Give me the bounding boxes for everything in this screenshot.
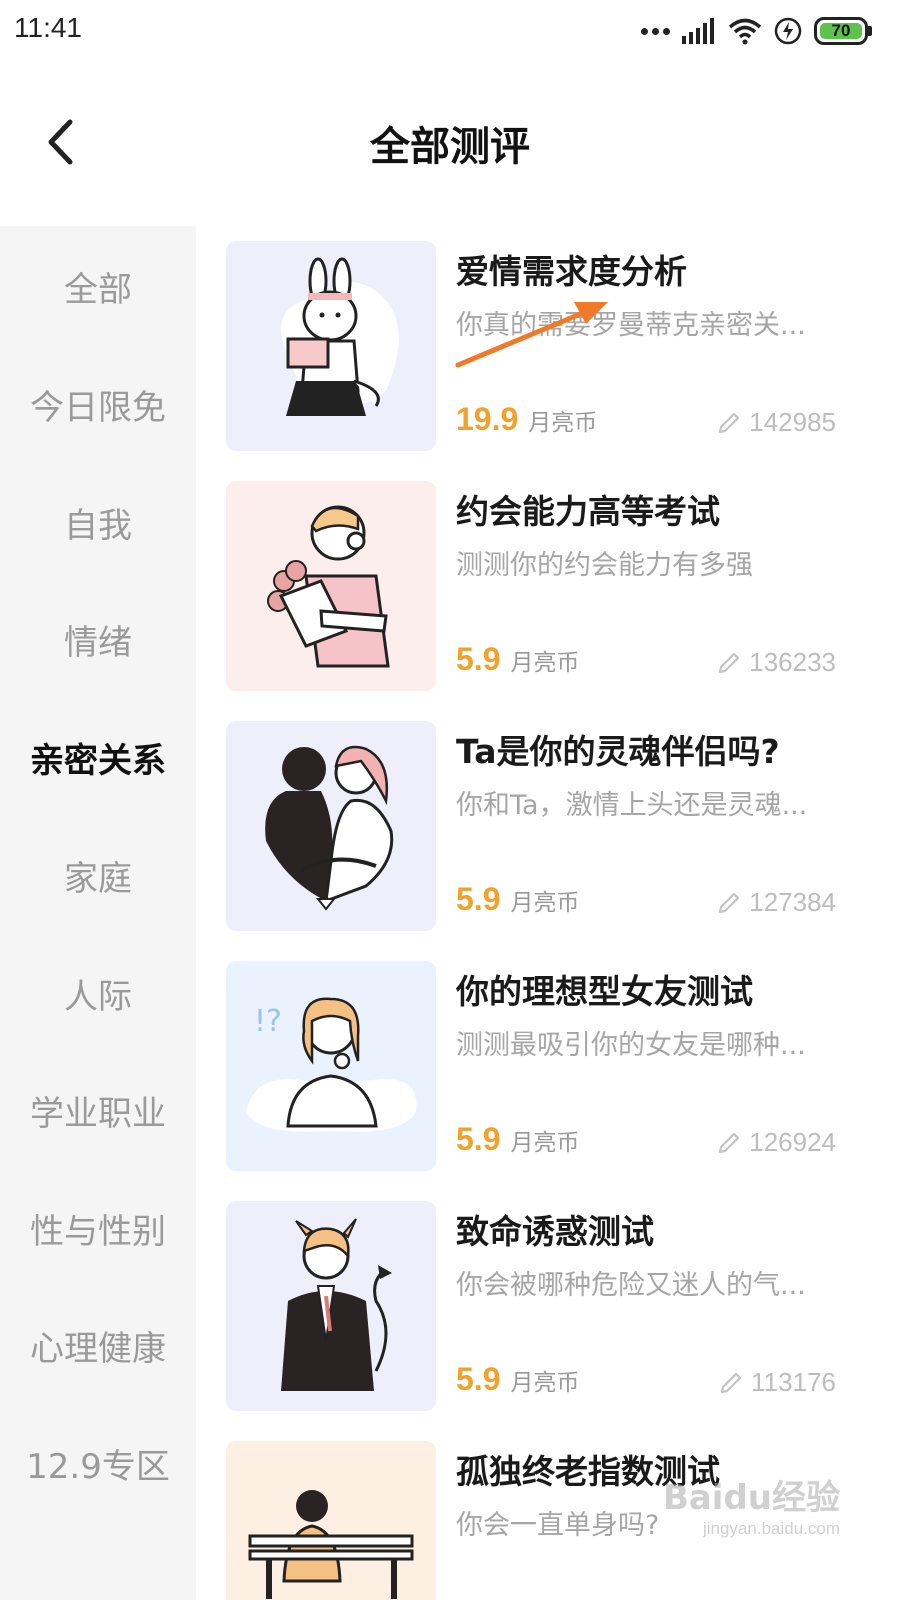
count-value: 127384 xyxy=(749,887,836,917)
test-price: 5.9 xyxy=(456,1121,501,1157)
pencil-icon xyxy=(719,652,740,673)
test-description: 测测最吸引你的女友是哪种... xyxy=(456,1030,806,1061)
currency-label: 月亮币 xyxy=(510,1370,580,1396)
test-card[interactable]: 约会能力高等考试 测测你的约会能力有多强 5.9 月亮币 136233 xyxy=(226,481,866,693)
test-thumbnail xyxy=(226,481,436,691)
count-value: 142985 xyxy=(749,407,836,437)
sidebar-item-family[interactable]: 家庭 xyxy=(0,835,196,915)
test-description: 你会被哪种危险又迷人的气... xyxy=(456,1270,806,1301)
status-icons: 70 xyxy=(641,14,872,48)
devil-illustration-icon xyxy=(281,1218,392,1391)
price-row: 5.9 月亮币 xyxy=(456,641,579,678)
participant-count: 126924 xyxy=(717,1127,836,1158)
test-list: 爱情需求度分析 你真的需要罗曼蒂克亲密关... 19.9 月亮币 142985 xyxy=(196,226,900,1600)
charging-icon xyxy=(774,17,802,45)
pencil-icon xyxy=(719,412,740,433)
test-title: 致命诱惑测试 xyxy=(456,1212,654,1251)
sidebar-item-all[interactable]: 全部 xyxy=(0,246,196,326)
currency-label: 月亮币 xyxy=(510,890,580,916)
test-price: 5.9 xyxy=(456,1361,501,1397)
price-row: 19.9 月亮币 xyxy=(456,401,597,438)
test-description: 你真的需要罗曼蒂克亲密关... xyxy=(456,310,806,341)
test-thumbnail xyxy=(226,721,436,931)
price-row: 5.9 月亮币 xyxy=(456,881,579,918)
sidebar-item-intimacy[interactable]: 亲密关系 xyxy=(0,717,196,797)
sidebar-item-free-today[interactable]: 今日限免 xyxy=(0,364,196,444)
test-thumbnail xyxy=(226,1441,436,1600)
test-description: 你会一直单身吗? xyxy=(456,1510,660,1541)
test-card[interactable]: !? 你的理想型女友测试 测测最吸引你的女友是哪种... 5.9 月亮币 126… xyxy=(226,961,866,1173)
status-bar: 11:41 70 xyxy=(0,0,900,64)
test-title: Ta是你的灵魂伴侣吗? xyxy=(456,732,780,771)
bouquet-illustration-icon xyxy=(267,505,390,668)
couple-illustration-icon xyxy=(265,745,394,911)
test-description: 你和Ta，激情上头还是灵魂... xyxy=(456,790,808,821)
test-title: 爱情需求度分析 xyxy=(456,252,687,291)
test-price: 5.9 xyxy=(456,881,501,917)
wifi-icon xyxy=(728,18,762,45)
sidebar-item-career[interactable]: 学业职业 xyxy=(0,1070,196,1150)
test-title: 约会能力高等考试 xyxy=(456,492,720,531)
currency-label: 月亮币 xyxy=(510,1130,580,1156)
test-card[interactable]: Ta是你的灵魂伴侣吗? 你和Ta，激情上头还是灵魂... 5.9 月亮币 127… xyxy=(226,721,866,933)
sidebar-item-self[interactable]: 自我 xyxy=(0,482,196,562)
lonely-person-illustration-icon xyxy=(248,1490,414,1599)
sidebar-item-social[interactable]: 人际 xyxy=(0,953,196,1033)
test-card[interactable]: 孤独终老指数测试 你会一直单身吗? xyxy=(226,1441,866,1600)
category-sidebar: 全部 今日限免 自我 情绪 亲密关系 家庭 人际 学业职业 性与性别 心理健康 … xyxy=(0,226,196,1600)
count-value: 113176 xyxy=(751,1367,836,1397)
price-row: 5.9 月亮币 xyxy=(456,1361,579,1398)
sidebar-item-emotion[interactable]: 情绪 xyxy=(0,599,196,679)
sidebar-item-mental-health[interactable]: 心理健康 xyxy=(0,1305,196,1385)
sidebar-item-special-zone[interactable]: 12.9专区 xyxy=(0,1423,196,1503)
test-description: 测测你的约会能力有多强 xyxy=(456,550,753,581)
participant-count: 113176 xyxy=(719,1367,836,1398)
battery-icon: 70 xyxy=(814,17,868,45)
girl-thinking-illustration-icon: !? xyxy=(246,997,417,1132)
participant-count: 142985 xyxy=(717,407,836,438)
test-card[interactable]: 爱情需求度分析 你真的需要罗曼蒂克亲密关... 19.9 月亮币 142985 xyxy=(226,241,866,453)
currency-label: 月亮币 xyxy=(528,410,598,436)
test-thumbnail: !? xyxy=(226,961,436,1171)
count-value: 126924 xyxy=(749,1127,836,1157)
currency-label: 月亮币 xyxy=(510,650,580,676)
page-title: 全部测评 xyxy=(370,124,530,170)
test-price: 19.9 xyxy=(456,401,519,437)
status-time: 11:41 xyxy=(14,12,82,43)
test-title: 你的理想型女友测试 xyxy=(456,972,753,1011)
sidebar-item-gender[interactable]: 性与性别 xyxy=(0,1188,196,1268)
bunny-illustration-icon xyxy=(281,257,399,416)
pencil-icon xyxy=(719,1132,740,1153)
test-title: 孤独终老指数测试 xyxy=(456,1452,720,1491)
test-thumbnail xyxy=(226,241,436,451)
signal-icon xyxy=(682,18,714,44)
participant-count: 136233 xyxy=(717,647,836,678)
price-row: 5.9 月亮币 xyxy=(456,1121,579,1158)
pencil-icon xyxy=(719,892,740,913)
test-price: 5.9 xyxy=(456,641,501,677)
pencil-icon xyxy=(721,1372,742,1393)
battery-level: 70 xyxy=(831,21,851,40)
test-card[interactable]: 致命诱惑测试 你会被哪种危险又迷人的气... 5.9 月亮币 113176 xyxy=(226,1201,866,1413)
more-dots-icon xyxy=(641,27,670,35)
svg-text:!?: !? xyxy=(254,1004,282,1039)
participant-count: 127384 xyxy=(717,887,836,918)
count-value: 136233 xyxy=(749,647,836,677)
test-thumbnail xyxy=(226,1201,436,1411)
page-header: 全部测评 xyxy=(0,64,900,224)
